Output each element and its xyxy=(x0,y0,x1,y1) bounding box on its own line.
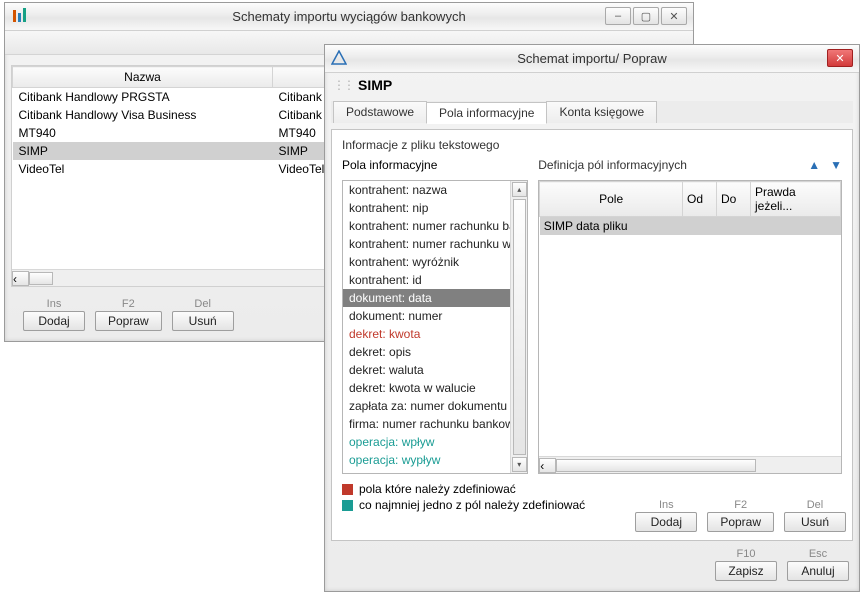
table-row[interactable]: SIMP data pliku xyxy=(540,217,841,236)
def-hscrollbar[interactable]: ‹ xyxy=(539,456,841,473)
col-do[interactable]: Do xyxy=(717,182,751,217)
scroll-left-button[interactable]: ‹ xyxy=(12,271,29,286)
hint-esc: Esc xyxy=(809,548,827,560)
list-item[interactable]: firma: numer rachunku bankowego xyxy=(343,415,510,433)
fields-listbox[interactable]: kontrahent: nazwakontrahent: nipkontrahe… xyxy=(342,180,528,474)
col-pole[interactable]: Pole xyxy=(540,182,683,217)
def-edit-button[interactable]: Popraw xyxy=(707,512,774,532)
hint-del: Del xyxy=(194,298,211,310)
grip-icon: ⋮⋮ xyxy=(333,78,353,92)
list-item[interactable]: kontrahent: numer rachunku bankow xyxy=(343,217,510,235)
list-item[interactable]: operacja: wpływ xyxy=(343,433,510,451)
list-item[interactable]: dekret: kwota w walucie xyxy=(343,379,510,397)
tab-podstawowe[interactable]: Podstawowe xyxy=(333,101,427,123)
tab-konta-ksiegowe[interactable]: Konta księgowe xyxy=(546,101,657,123)
list-item[interactable]: dokument: numer xyxy=(343,307,510,325)
cancel-button[interactable]: Anuluj xyxy=(787,561,849,581)
col-od[interactable]: Od xyxy=(683,182,717,217)
list-item[interactable]: kontrahent: numer rachunku wirtualne xyxy=(343,235,510,253)
list-item[interactable]: kontrahent: nip xyxy=(343,199,510,217)
hint-f10: F10 xyxy=(737,548,756,560)
list-item[interactable]: dekret: opis xyxy=(343,343,510,361)
def-delete-button[interactable]: Usuń xyxy=(784,512,846,532)
list-item[interactable]: kontrahent: wyróżnik xyxy=(343,253,510,271)
list-item[interactable]: zapłata za: numer dokumentu xyxy=(343,397,510,415)
col-nazwa[interactable]: Nazwa xyxy=(13,67,273,88)
definition-table[interactable]: Pole Od Do Prawda jeżeli... SIMP data pl… xyxy=(538,180,842,474)
legend-red-text: pola które należy zdefiniować xyxy=(359,482,516,496)
scroll-down-button[interactable]: ▾ xyxy=(512,457,527,472)
tab-pola-informacyjne[interactable]: Pola informacyjne xyxy=(426,102,547,124)
list-item[interactable]: kontrahent: id xyxy=(343,271,510,289)
vscrollbar[interactable]: ▴ ▾ xyxy=(510,181,527,473)
list-item[interactable]: kontrahent: nazwa xyxy=(343,181,510,199)
legend-red-swatch xyxy=(342,484,353,495)
app-icon xyxy=(11,8,27,24)
win1-titlebar: Schematy importu wyciągów bankowych – ▢ … xyxy=(5,3,693,31)
move-up-icon[interactable]: ▲ xyxy=(808,158,820,172)
scroll-left-button[interactable]: ‹ xyxy=(539,458,556,473)
group-title: Informacje z pliku tekstowego xyxy=(342,138,842,152)
minimize-button[interactable]: – xyxy=(605,7,631,25)
tabstrip: Podstawowe Pola informacyjne Konta księg… xyxy=(331,101,853,123)
list-title: Pola informacyjne xyxy=(342,158,528,176)
list-item[interactable]: dekret: waluta xyxy=(343,361,510,379)
scroll-thumb[interactable] xyxy=(556,459,756,472)
move-down-icon[interactable]: ▼ xyxy=(830,158,842,172)
hint-f2: F2 xyxy=(734,499,747,511)
hint-f2: F2 xyxy=(122,298,135,310)
delete-button[interactable]: Usuń xyxy=(172,311,234,331)
col-prawda[interactable]: Prawda jeżeli... xyxy=(751,182,841,217)
app-icon xyxy=(331,50,347,66)
save-button[interactable]: Zapisz xyxy=(715,561,777,581)
hint-del: Del xyxy=(807,499,824,511)
def-title: Definicja pól informacyjnych xyxy=(538,158,687,172)
legend-teal-swatch xyxy=(342,500,353,511)
win1-title: Schematy importu wyciągów bankowych xyxy=(232,9,465,24)
scroll-up-button[interactable]: ▴ xyxy=(512,182,527,197)
close-button[interactable]: ✕ xyxy=(827,49,853,67)
win2-titlebar: Schemat importu/ Popraw ✕ xyxy=(325,45,859,73)
scroll-thumb[interactable] xyxy=(513,199,526,455)
scroll-thumb[interactable] xyxy=(29,272,53,285)
add-button[interactable]: Dodaj xyxy=(23,311,85,331)
list-item[interactable]: dokument: data xyxy=(343,289,510,307)
win2-title: Schemat importu/ Popraw xyxy=(517,51,667,66)
legend-teal-text: co najmniej jedno z pól należy zdefiniow… xyxy=(359,498,585,512)
hint-ins: Ins xyxy=(659,499,674,511)
maximize-button[interactable]: ▢ xyxy=(633,7,659,25)
tabpage: Informacje z pliku tekstowego Pola infor… xyxy=(331,129,853,541)
list-item[interactable]: dekret: kwota xyxy=(343,325,510,343)
hint-ins: Ins xyxy=(47,298,62,310)
def-add-button[interactable]: Dodaj xyxy=(635,512,697,532)
list-item[interactable]: operacja: wypływ xyxy=(343,451,510,469)
edit-button[interactable]: Popraw xyxy=(95,311,162,331)
close-button[interactable]: ✕ xyxy=(661,7,687,25)
scheme-name: SIMP xyxy=(358,77,392,93)
